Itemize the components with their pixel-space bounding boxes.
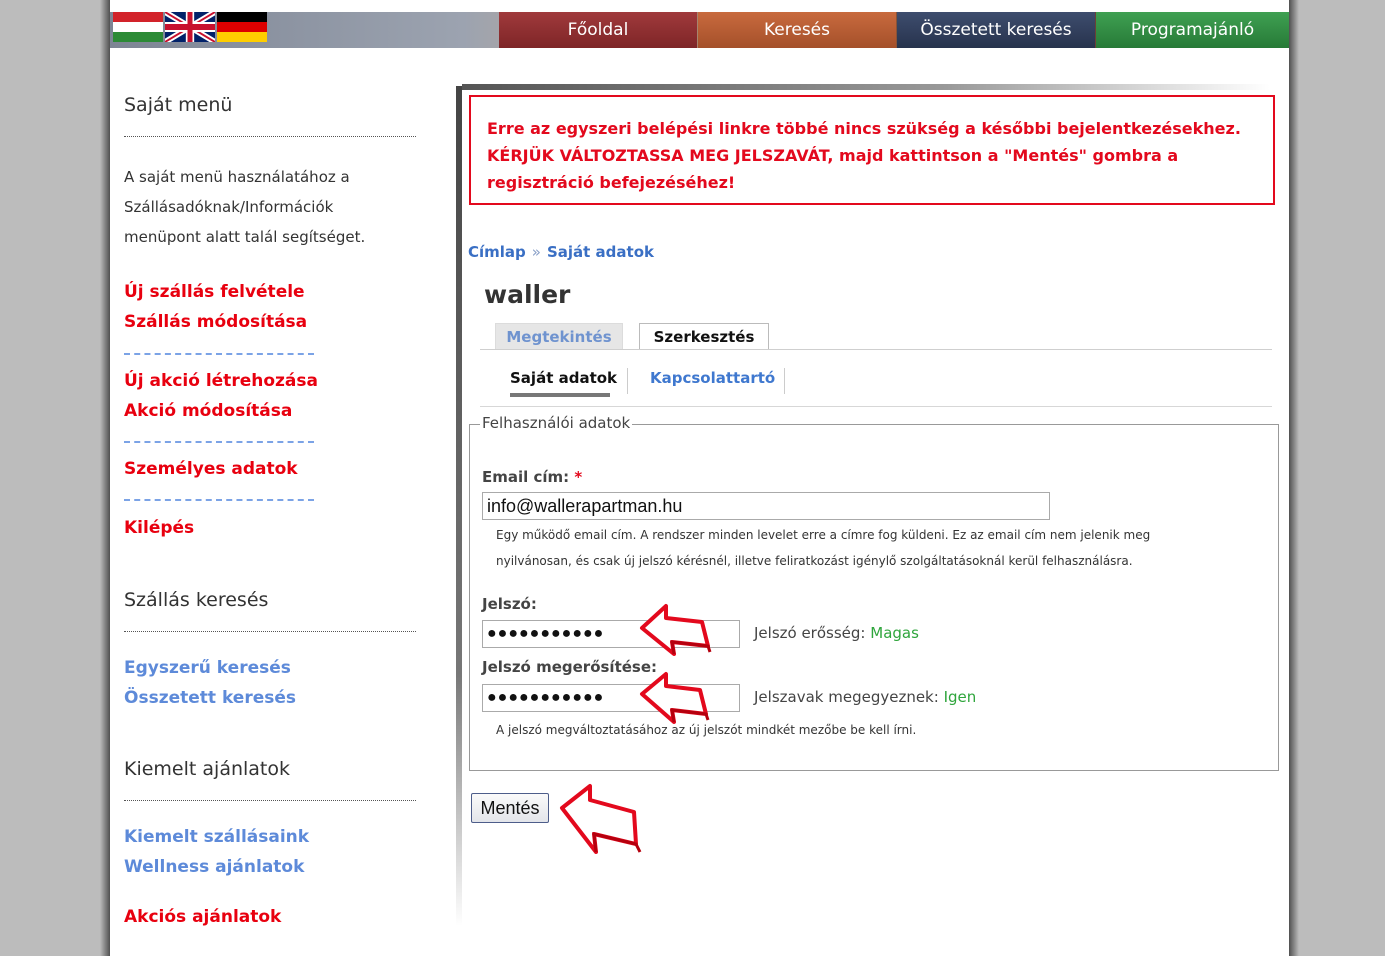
tab-megtekintes[interactable]: Megtekintés bbox=[495, 323, 623, 349]
german-flag-icon[interactable] bbox=[217, 12, 267, 42]
sidebar-title-szallas-kereses: Szállás keresés bbox=[124, 589, 269, 611]
subtab-divider bbox=[784, 368, 785, 394]
email-description: nyilvánosan, és csak új jelszó kérésnél,… bbox=[496, 554, 1133, 568]
main-container: Főoldal Keresés Összetett keresés Progra… bbox=[110, 0, 1289, 956]
page-background-left bbox=[0, 0, 110, 956]
sidebar-title-kiemelt-ajanlatok: Kiemelt ajánlatok bbox=[124, 758, 290, 780]
nav-tab-fooldal[interactable]: Főoldal bbox=[499, 12, 697, 48]
alert-message: Erre az egyszeri belépési linkre többé n… bbox=[487, 115, 1267, 196]
fieldset-legend: Felhasználói adatok bbox=[480, 414, 633, 432]
sidebar-link-wellness-ajanlatok[interactable]: Wellness ajánlatok bbox=[124, 857, 304, 877]
header: Főoldal Keresés Összetett keresés Progra… bbox=[110, 9, 1289, 48]
password-match-status: Jelszavak megegyeznek: Igen bbox=[754, 688, 976, 706]
password-strength: Jelszó erősség: Magas bbox=[754, 624, 919, 642]
top-strip bbox=[110, 0, 1289, 12]
nav-tab-osszetett-kereses[interactable]: Összetett keresés bbox=[897, 12, 1095, 48]
breadcrumb-current-link[interactable]: Saját adatok bbox=[547, 243, 654, 261]
alert-line: Erre az egyszeri belépési linkre többé n… bbox=[487, 119, 1241, 138]
nav-tab-programajanlo[interactable]: Programajánló bbox=[1096, 12, 1289, 48]
red-arrow-icon bbox=[640, 672, 710, 724]
tabs-divider bbox=[480, 349, 1272, 350]
required-mark: * bbox=[574, 468, 583, 486]
page-title: waller bbox=[484, 280, 571, 309]
save-button[interactable]: Mentés bbox=[471, 793, 549, 823]
password-strength-value: Magas bbox=[870, 624, 919, 642]
red-arrow-icon bbox=[560, 784, 642, 854]
sidebar-info-line: Szállásadóknak/Információk bbox=[124, 198, 334, 216]
sidebar-link-uj-szallas[interactable]: Új szállás felvétele bbox=[124, 282, 305, 302]
password-label: Jelszó: bbox=[482, 595, 537, 613]
sidebar-info-line: A saját menü használatához a bbox=[124, 168, 350, 186]
subtab-kapcsolattarto[interactable]: Kapcsolattartó bbox=[650, 369, 775, 387]
sidebar-title-sajat-menu: Saját menü bbox=[124, 94, 233, 116]
page: Főoldal Keresés Összetett keresés Progra… bbox=[0, 0, 1385, 956]
red-arrow-icon bbox=[640, 604, 712, 656]
sidebar-link-osszetett-kereses[interactable]: Összetett keresés bbox=[124, 688, 296, 708]
content-left-shadow bbox=[456, 86, 462, 926]
sidebar-separator bbox=[124, 136, 416, 137]
alert-line: regisztráció befejezéséhez! bbox=[487, 173, 736, 192]
sidebar-link-szallas-modositasa[interactable]: Szállás módosítása bbox=[124, 312, 307, 332]
breadcrumb-separator: » bbox=[531, 243, 541, 261]
nav-tab-kereses[interactable]: Keresés bbox=[698, 12, 896, 48]
email-label: Email cím: * bbox=[482, 468, 582, 486]
email-description: Egy működő email cím. A rendszer minden … bbox=[496, 528, 1151, 542]
alert-box: Erre az egyszeri belépési linkre többé n… bbox=[469, 95, 1275, 205]
sidebar-dashed-separator bbox=[124, 353, 314, 355]
sidebar-link-szemelyes-adatok[interactable]: Személyes adatok bbox=[124, 459, 298, 479]
subtab-sajat-adatok[interactable]: Saját adatok bbox=[510, 369, 617, 387]
content-top-shadow bbox=[462, 84, 1270, 90]
sidebar-separator bbox=[124, 631, 416, 632]
hungarian-flag-icon[interactable] bbox=[113, 12, 163, 42]
email-label-text: Email cím: bbox=[482, 468, 570, 486]
active-subtab-indicator bbox=[510, 393, 610, 397]
alert-line: KÉRJÜK VÁLTOZTASSA MEG JELSZAVÁT, majd k… bbox=[487, 146, 1179, 165]
sidebar-dashed-separator bbox=[124, 441, 314, 443]
email-field[interactable]: info@wallerapartman.hu bbox=[482, 492, 1050, 520]
page-background-right bbox=[1289, 0, 1385, 956]
sidebar-link-egyszeru-kereses[interactable]: Egyszerű keresés bbox=[124, 658, 291, 678]
password-strength-label: Jelszó erősség: bbox=[754, 624, 866, 642]
password-match-value: Igen bbox=[943, 688, 977, 706]
tab-szerkesztes[interactable]: Szerkesztés bbox=[639, 323, 769, 349]
password-confirm-label: Jelszó megerősítése: bbox=[482, 658, 658, 676]
sidebar-dashed-separator bbox=[124, 499, 314, 501]
sidebar-link-uj-akcio[interactable]: Új akció létrehozása bbox=[124, 371, 318, 391]
sidebar-info-line: menüpont alatt talál segítséget. bbox=[124, 228, 366, 246]
sidebar-link-kilepes[interactable]: Kilépés bbox=[124, 518, 194, 538]
uk-flag-icon[interactable] bbox=[163, 9, 217, 45]
breadcrumb: Címlap » Saját adatok bbox=[468, 243, 654, 261]
breadcrumb-home-link[interactable]: Címlap bbox=[468, 243, 526, 261]
password-match-label: Jelszavak megegyeznek: bbox=[754, 688, 939, 706]
sidebar-link-akcio-modositasa[interactable]: Akció módosítása bbox=[124, 401, 292, 421]
sidebar-link-akcios-ajanlatok[interactable]: Akciós ajánlatok bbox=[124, 907, 281, 927]
subtabs-divider bbox=[480, 406, 1272, 407]
sidebar-separator bbox=[124, 800, 416, 801]
sidebar-link-kiemelt-szallasaink[interactable]: Kiemelt szállásaink bbox=[124, 827, 309, 847]
subtab-divider bbox=[627, 368, 628, 394]
